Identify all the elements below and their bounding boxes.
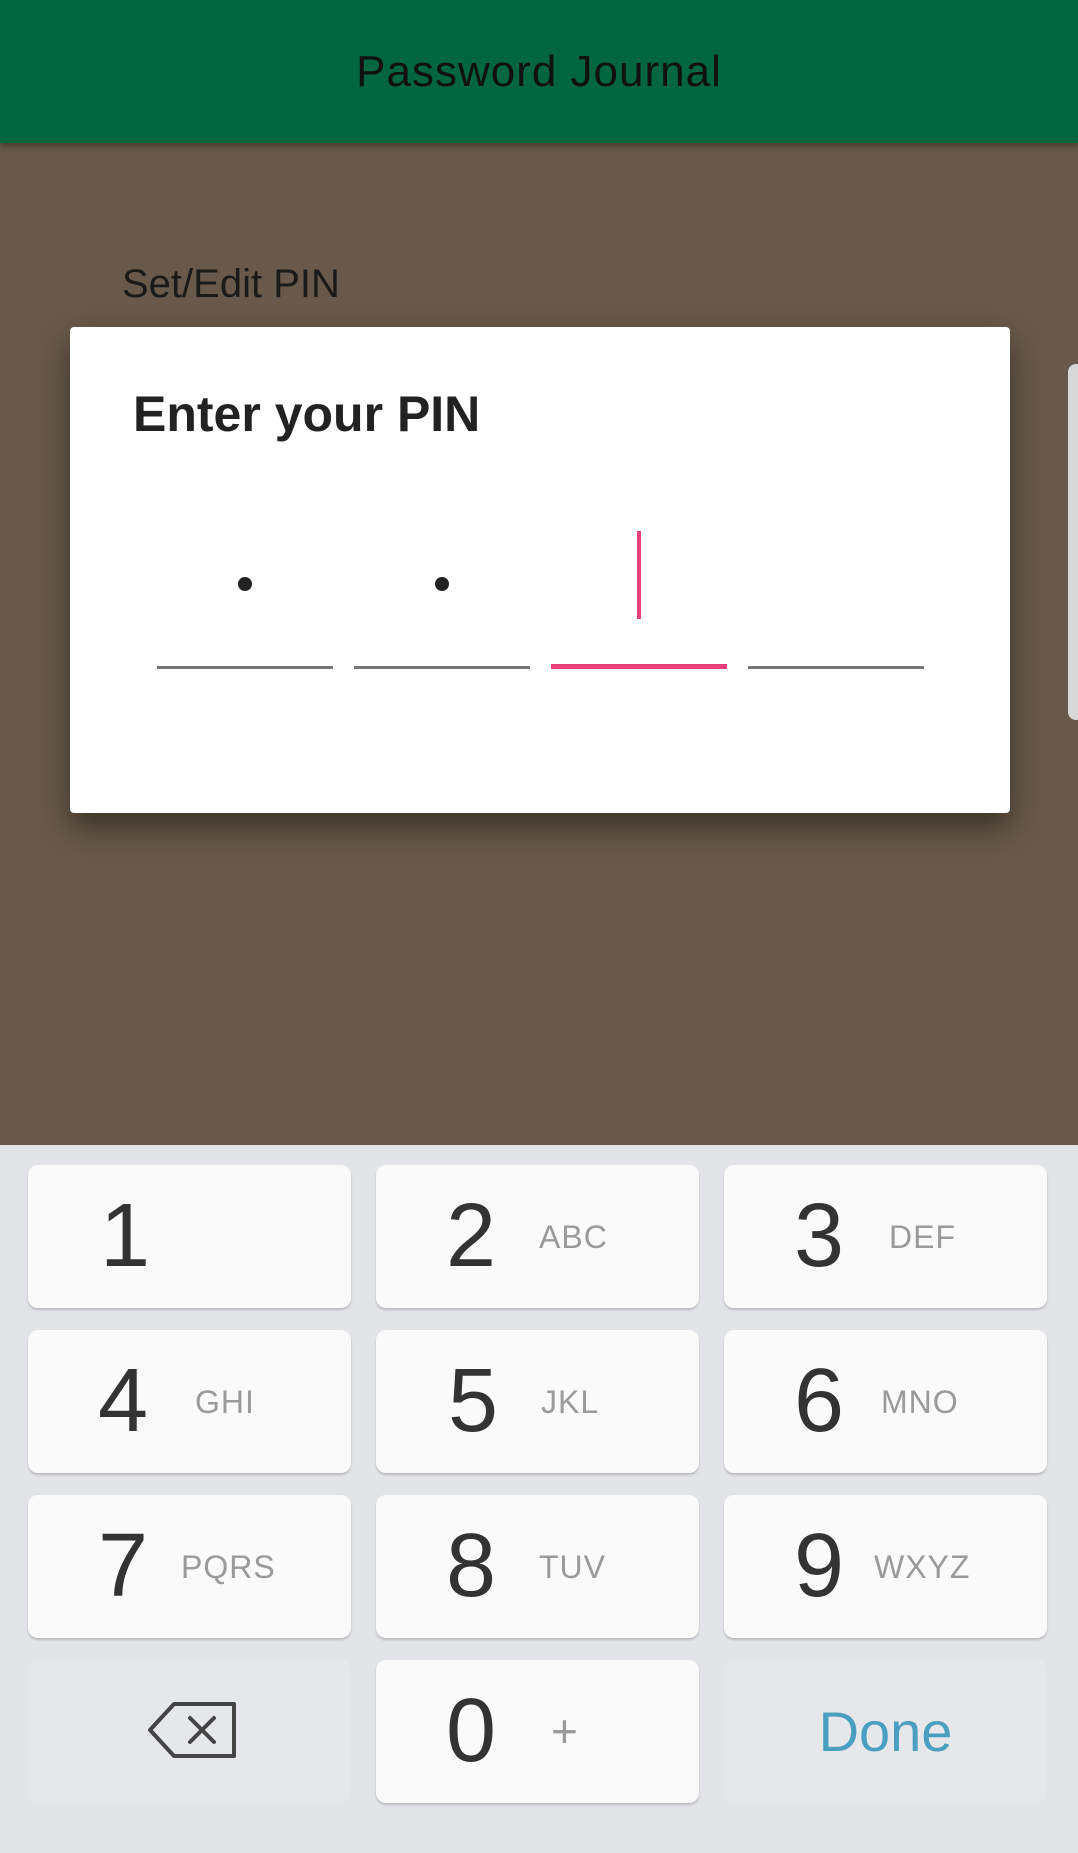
key-letters: DEF (889, 1219, 956, 1255)
app-toolbar: Password Journal (0, 0, 1078, 143)
key-digit: 5 (448, 1351, 499, 1451)
key-letters: TUV (539, 1549, 606, 1585)
backspace-key[interactable] (28, 1660, 351, 1803)
numeric-keypad: 1 2 ABC 3 DEF 4 GHI 5 JKL 6 MNO 7 PQRS 8… (0, 1145, 1078, 1853)
pin-dialog: Enter your PIN (70, 327, 1010, 813)
key-digit: 4 (98, 1351, 149, 1451)
key-letters: + (551, 1705, 579, 1757)
key-5[interactable]: 5 JKL (376, 1330, 699, 1473)
backspace-icon (148, 1702, 236, 1758)
pin-underline (748, 666, 924, 669)
key-digit: 6 (794, 1351, 845, 1451)
key-2[interactable]: 2 ABC (376, 1165, 699, 1308)
pin-digit-3[interactable] (551, 517, 727, 669)
key-digit: 1 (100, 1186, 151, 1286)
scroll-edge-handle[interactable] (1068, 364, 1078, 720)
pin-underline (354, 666, 530, 669)
pin-dot (238, 577, 252, 591)
key-9[interactable]: 9 WXYZ (724, 1495, 1047, 1638)
pin-underline-active (551, 664, 727, 669)
key-digit: 8 (446, 1516, 497, 1616)
done-label: Done (818, 1700, 953, 1763)
key-digit: 9 (794, 1516, 845, 1616)
pin-digit-1[interactable] (157, 517, 333, 669)
key-1[interactable]: 1 (28, 1165, 351, 1308)
dialog-title: Enter your PIN (133, 386, 481, 442)
key-letters: PQRS (181, 1549, 276, 1585)
text-cursor (637, 531, 641, 619)
key-digit: 7 (98, 1516, 149, 1616)
key-8[interactable]: 8 TUV (376, 1495, 699, 1638)
key-letters: WXYZ (874, 1549, 971, 1585)
pin-underline (157, 666, 333, 669)
done-button[interactable]: Done (724, 1660, 1047, 1803)
app-title: Password Journal (356, 46, 722, 96)
key-digit: 3 (794, 1186, 845, 1286)
pin-digit-4[interactable] (748, 517, 924, 669)
pin-dot (435, 577, 449, 591)
key-3[interactable]: 3 DEF (724, 1165, 1047, 1308)
key-7[interactable]: 7 PQRS (28, 1495, 351, 1638)
set-edit-pin-label[interactable]: Set/Edit PIN (122, 262, 340, 307)
key-6[interactable]: 6 MNO (724, 1330, 1047, 1473)
key-letters: GHI (195, 1384, 255, 1420)
key-4[interactable]: 4 GHI (28, 1330, 351, 1473)
key-letters: MNO (881, 1384, 959, 1420)
key-letters: ABC (539, 1219, 608, 1255)
key-digit: 0 (446, 1681, 497, 1781)
pin-digit-2[interactable] (354, 517, 530, 669)
key-0[interactable]: 0 + (376, 1660, 699, 1803)
key-digit: 2 (446, 1186, 497, 1286)
key-letters: JKL (541, 1384, 600, 1420)
